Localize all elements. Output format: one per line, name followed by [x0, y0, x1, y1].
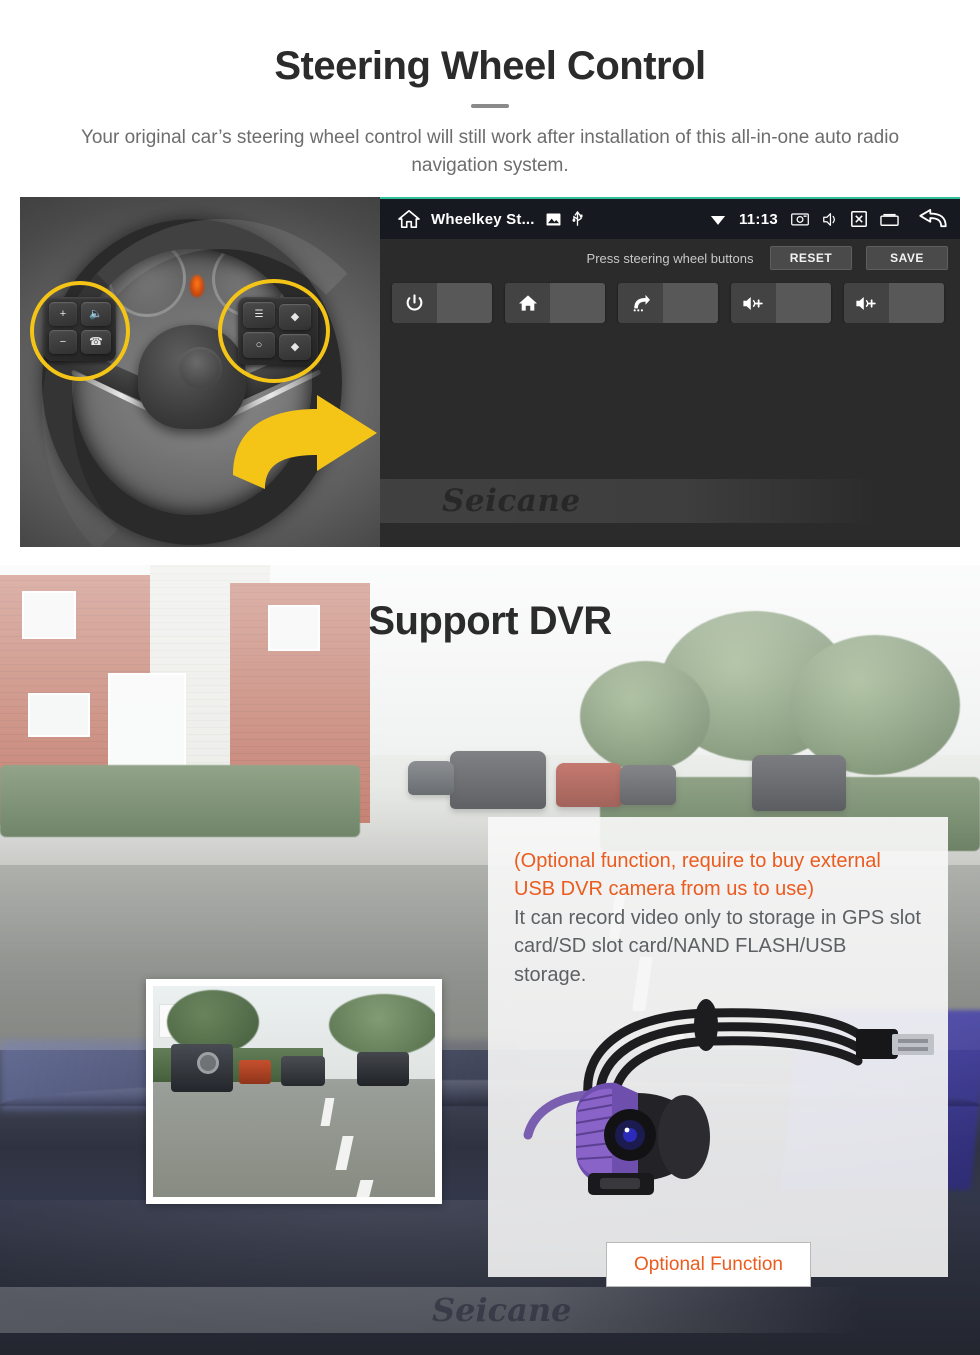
- back-icon: [618, 283, 663, 323]
- volume-up-icon: [731, 283, 776, 323]
- title-divider: [471, 104, 509, 108]
- power-icon: [392, 283, 437, 323]
- recording-frame: [153, 986, 435, 1197]
- dvr-recording-preview: [146, 979, 442, 1204]
- pointing-arrow-icon: [225, 393, 380, 493]
- steering-wheel-control-section: Steering Wheel Control Your original car…: [0, 0, 980, 565]
- home-icon: [505, 283, 550, 323]
- instruction-row: Press steering wheel buttons RESET SAVE: [380, 239, 960, 277]
- airbag-center: [178, 347, 222, 389]
- usb-icon: [572, 211, 583, 227]
- product-feature-page: Steering Wheel Control Your original car…: [0, 0, 980, 1355]
- usb-dvr-camera-image: [488, 977, 948, 1217]
- learn-key-back[interactable]: [618, 283, 718, 323]
- learn-key-slot[interactable]: [437, 283, 492, 323]
- back-arrow-icon[interactable]: [918, 209, 948, 229]
- recents-icon[interactable]: [880, 213, 899, 226]
- wifi-icon: [710, 213, 726, 226]
- dvr-title: Support DVR: [368, 599, 612, 643]
- optional-function-button[interactable]: Optional Function: [606, 1242, 811, 1287]
- volume-up-icon: [844, 283, 889, 323]
- image-icon: [546, 212, 561, 226]
- head-unit-screen: Wheelkey St... 11:13 Press steering whee…: [380, 197, 960, 547]
- highlight-circle-left: [30, 281, 130, 381]
- learn-key-row: [380, 277, 960, 323]
- screenshot-icon[interactable]: [791, 212, 809, 226]
- mute-speaker-icon[interactable]: [822, 212, 838, 227]
- screen-off-icon[interactable]: [851, 211, 867, 227]
- watermark-text: Seicane: [442, 483, 581, 519]
- feature-image-band: + − 🔈 ☎ ☰ ◆ ○ ◆ Wheelkey St... 11:13 Pre…: [20, 197, 960, 547]
- learn-key-slot[interactable]: [889, 283, 944, 323]
- learn-key-slot[interactable]: [776, 283, 831, 323]
- learn-key-home[interactable]: [505, 283, 605, 323]
- learn-key-slot[interactable]: [663, 283, 718, 323]
- seicane-watermark-bottom: Seicane: [0, 1287, 980, 1333]
- app-title: Wheelkey St...: [431, 210, 535, 228]
- highlight-circle-right: [218, 279, 330, 383]
- learn-key-volume-up-2[interactable]: [844, 283, 944, 323]
- dvr-info-panel: (Optional function, require to buy exter…: [488, 817, 948, 1287]
- page-subtitle: Your original car’s steering wheel contr…: [80, 127, 900, 176]
- home-icon[interactable]: [398, 209, 420, 229]
- head-unit-empty-area: Seicane: [380, 323, 960, 537]
- reset-button[interactable]: RESET: [770, 246, 852, 270]
- learn-key-power[interactable]: [392, 283, 492, 323]
- clock: 11:13: [738, 210, 778, 228]
- save-button[interactable]: SAVE: [866, 246, 948, 270]
- android-status-bar: Wheelkey St... 11:13: [380, 199, 960, 239]
- watermark-text: Seicane: [432, 1291, 572, 1329]
- learn-key-slot[interactable]: [550, 283, 605, 323]
- page-title: Steering Wheel Control: [274, 44, 706, 88]
- steering-wheel-photo: + − 🔈 ☎ ☰ ◆ ○ ◆: [20, 197, 380, 547]
- learn-key-volume-up-1[interactable]: [731, 283, 831, 323]
- seicane-watermark: Seicane: [380, 479, 960, 523]
- optional-note: (Optional function, require to buy exter…: [514, 850, 881, 901]
